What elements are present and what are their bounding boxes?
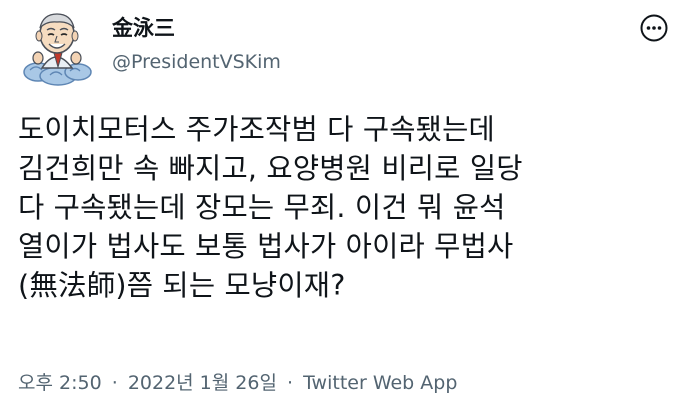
meta-separator: · [287, 372, 294, 394]
tweet-source[interactable]: Twitter Web App [303, 372, 457, 394]
tweet-text-line: 도이치모터스 주가조작범 다 구속됐는데 [18, 113, 495, 146]
author-display-name[interactable]: 金泳三 [112, 14, 281, 42]
tweet-date[interactable]: 2022년 1월 26일 [128, 372, 277, 394]
tweet-text-line: (無法師)쯤 되는 모냥이재? [18, 269, 346, 302]
more-options-icon [640, 14, 668, 42]
tweet-meta: 오후 2:50 · 2022년 1월 26일 · Twitter Web App [18, 370, 457, 396]
tweet-time[interactable]: 오후 2:50 [18, 372, 102, 394]
tweet-card: 金泳三 @PresidentVSKim 도이치모터스 주가조작범 다 구속됐는데… [0, 0, 682, 418]
tweet-text-line: 김건희만 속 빠지고, 요양병원 비리로 일당 [18, 152, 523, 185]
more-options-button[interactable] [636, 10, 672, 46]
avatar[interactable] [16, 6, 98, 88]
avatar-cartoon-image [23, 13, 92, 86]
author-handle[interactable]: @PresidentVSKim [112, 49, 281, 75]
tweet-text: 도이치모터스 주가조작범 다 구속됐는데 김건희만 속 빠지고, 요양병원 비리… [18, 110, 668, 305]
tweet-text-line: 다 구속됐는데 장모는 무죄. 이건 뭐 윤석 [18, 191, 506, 224]
tweet-author: 金泳三 @PresidentVSKim [112, 14, 281, 75]
meta-separator: · [111, 372, 118, 394]
tweet-text-line: 열이가 법사도 보통 법사가 아이라 무법사 [18, 230, 514, 263]
